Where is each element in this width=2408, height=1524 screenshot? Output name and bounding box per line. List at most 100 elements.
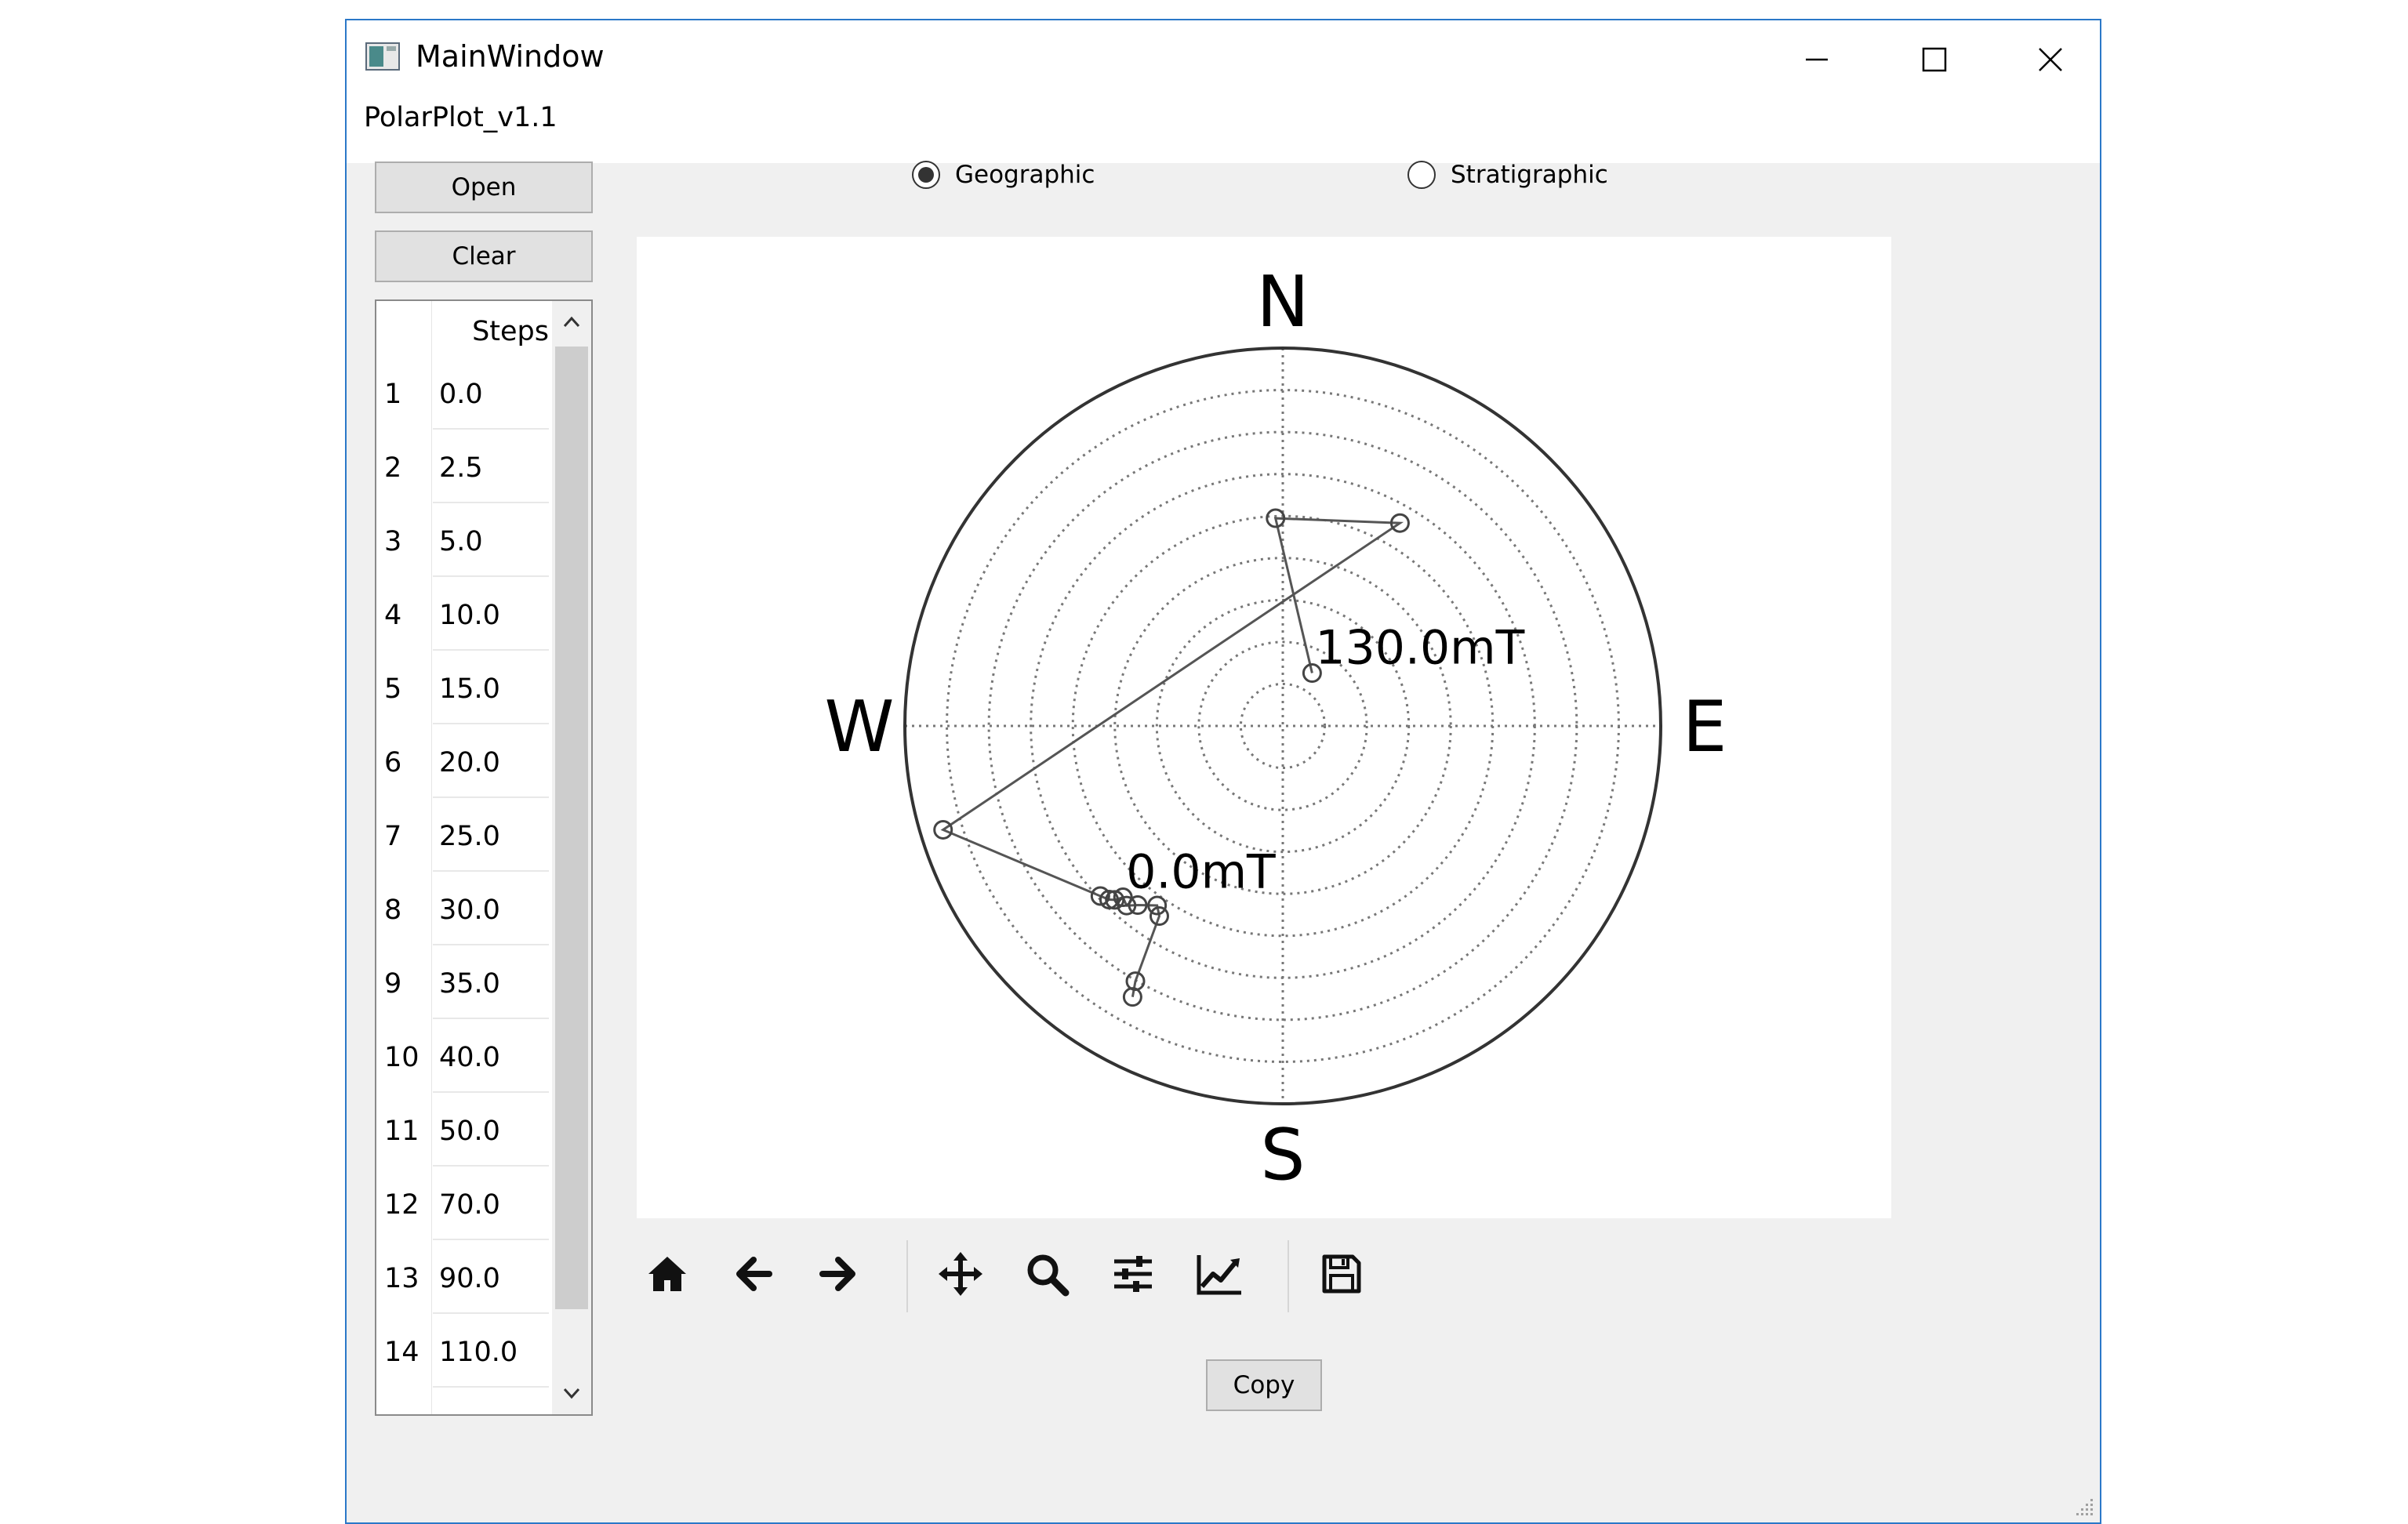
edit-axis-button[interactable] <box>1193 1248 1245 1300</box>
scroll-down-button[interactable] <box>552 1373 591 1413</box>
copy-button[interactable]: Copy <box>1206 1359 1322 1411</box>
minimize-icon <box>1806 58 1828 61</box>
maximize-button[interactable] <box>1899 36 1970 83</box>
compass-label-e: E <box>1683 686 1727 768</box>
forward-icon <box>819 1257 855 1291</box>
point-annotation: 130.0mT <box>1315 621 1524 676</box>
grid-ring <box>1239 682 1327 770</box>
toolbar-separator <box>1288 1240 1289 1312</box>
chevron-up-icon <box>563 316 580 328</box>
step-value-cell[interactable]: 2.5 <box>433 431 549 503</box>
configure-subplots-button[interactable] <box>1107 1248 1159 1300</box>
step-value-cell[interactable]: 35.0 <box>433 947 549 1019</box>
row-number[interactable]: 11 <box>384 1094 428 1168</box>
point-annotation: 0.0mT <box>1126 845 1276 900</box>
pan-button[interactable] <box>935 1248 986 1300</box>
row-number[interactable]: 14 <box>384 1315 428 1389</box>
step-value-cell[interactable]: 110.0 <box>433 1315 549 1388</box>
step-value-cell[interactable]: 5.0 <box>433 505 549 577</box>
table-row[interactable]: 10 40.0 <box>376 1021 550 1094</box>
table-row[interactable]: 5 15.0 <box>376 652 550 726</box>
table-row[interactable]: 4 10.0 <box>376 579 550 652</box>
step-value-cell[interactable]: 15.0 <box>433 652 549 724</box>
scroll-thumb[interactable] <box>555 347 588 1309</box>
main-window: MainWindow PolarPlot_v1.1 Open Clear Ste… <box>345 19 2101 1524</box>
table-row[interactable]: 9 35.0 <box>376 947 550 1021</box>
step-value-cell[interactable]: 30.0 <box>433 873 549 945</box>
steps-table[interactable]: Steps 1 0.0 2 2.5 3 5.0 4 10.0 5 15.0 6 20.0 7 25.0 8 3… <box>375 299 593 1416</box>
vertical-scrollbar[interactable] <box>552 301 591 1414</box>
step-value-cell[interactable]: 90.0 <box>433 1242 549 1314</box>
table-row[interactable]: 14 110.0 <box>376 1315 550 1389</box>
window-title: MainWindow <box>416 39 605 74</box>
home-icon <box>648 1257 686 1291</box>
step-value-cell[interactable]: 10.0 <box>433 579 549 651</box>
row-number[interactable]: 4 <box>384 579 428 652</box>
step-value-cell[interactable]: 20.0 <box>433 726 549 798</box>
row-number[interactable]: 7 <box>384 800 428 873</box>
row-number[interactable]: 1 <box>384 357 428 431</box>
configure-subplots-icon <box>1114 1256 1152 1292</box>
close-button[interactable] <box>2015 36 2086 83</box>
steps-column-header[interactable]: Steps <box>431 307 549 356</box>
clear-button[interactable]: Clear <box>375 230 593 282</box>
back-icon <box>736 1257 772 1291</box>
compass-label-w: W <box>825 686 895 768</box>
step-value-cell[interactable]: 40.0 <box>433 1021 549 1093</box>
step-value-cell[interactable]: 50.0 <box>433 1094 549 1167</box>
back-button[interactable] <box>728 1248 779 1300</box>
row-number[interactable]: 6 <box>384 726 428 800</box>
table-row[interactable]: 3 5.0 <box>376 505 550 579</box>
toolbar-separator <box>906 1240 908 1312</box>
step-value-cell[interactable]: 0.0 <box>433 357 549 430</box>
table-row[interactable]: 7 25.0 <box>376 800 550 873</box>
home-button[interactable] <box>641 1248 693 1300</box>
table-row[interactable]: 11 50.0 <box>376 1094 550 1168</box>
table-row[interactable]: 12 70.0 <box>376 1168 550 1242</box>
zoom-button[interactable] <box>1021 1248 1073 1300</box>
title-bar[interactable]: MainWindow <box>347 20 2100 100</box>
row-number[interactable]: 2 <box>384 431 428 505</box>
table-row[interactable]: 8 30.0 <box>376 873 550 947</box>
polar-plot: N S W E 0.0mT 130.0mT <box>825 261 1727 1196</box>
radio-unchecked-icon <box>1407 161 1436 189</box>
data-series-line <box>940 517 1404 997</box>
save-icon <box>1322 1254 1361 1294</box>
step-value-cell[interactable]: 70.0 <box>433 1168 549 1240</box>
open-button[interactable]: Open <box>375 161 593 213</box>
compass-label-n: N <box>1256 261 1309 343</box>
row-number[interactable]: 8 <box>384 873 428 947</box>
menu-polarplot[interactable]: PolarPlot_v1.1 <box>364 102 558 133</box>
compass-label-s: S <box>1260 1114 1305 1196</box>
row-number[interactable]: 13 <box>384 1242 428 1315</box>
app-icon <box>365 42 400 71</box>
table-row[interactable]: 13 90.0 <box>376 1242 550 1315</box>
table-row[interactable]: 1 0.0 <box>376 357 550 431</box>
radio-checked-icon <box>912 161 940 189</box>
step-value-cell[interactable]: 25.0 <box>433 800 549 872</box>
row-number[interactable]: 10 <box>384 1021 428 1094</box>
row-number[interactable]: 5 <box>384 652 428 726</box>
polar-plot-canvas[interactable]: N S W E 0.0mT 130.0mT <box>637 237 1891 1218</box>
radio-stratigraphic[interactable]: Stratigraphic <box>1407 160 1608 190</box>
menu-bar <box>347 100 2100 163</box>
scroll-up-button[interactable] <box>552 303 591 342</box>
maximize-icon <box>1922 47 1947 72</box>
pan-icon <box>939 1252 982 1296</box>
radio-geographic-label: Geographic <box>955 161 1095 189</box>
row-number[interactable]: 9 <box>384 947 428 1021</box>
table-row[interactable]: 6 20.0 <box>376 726 550 800</box>
row-number[interactable]: 12 <box>384 1168 428 1242</box>
edit-axis-icon <box>1197 1255 1241 1295</box>
close-icon <box>2039 48 2062 71</box>
minimize-button[interactable] <box>1781 36 1852 83</box>
chevron-down-icon <box>563 1388 580 1399</box>
radio-stratigraphic-label: Stratigraphic <box>1451 161 1608 189</box>
forward-button[interactable] <box>812 1248 864 1300</box>
table-row[interactable]: 2 2.5 <box>376 431 550 505</box>
radio-geographic[interactable]: Geographic <box>911 160 1095 190</box>
resize-grip-icon[interactable] <box>2073 1496 2095 1518</box>
save-figure-button[interactable] <box>1316 1248 1367 1300</box>
zoom-icon <box>1027 1254 1070 1297</box>
row-number[interactable]: 3 <box>384 505 428 579</box>
